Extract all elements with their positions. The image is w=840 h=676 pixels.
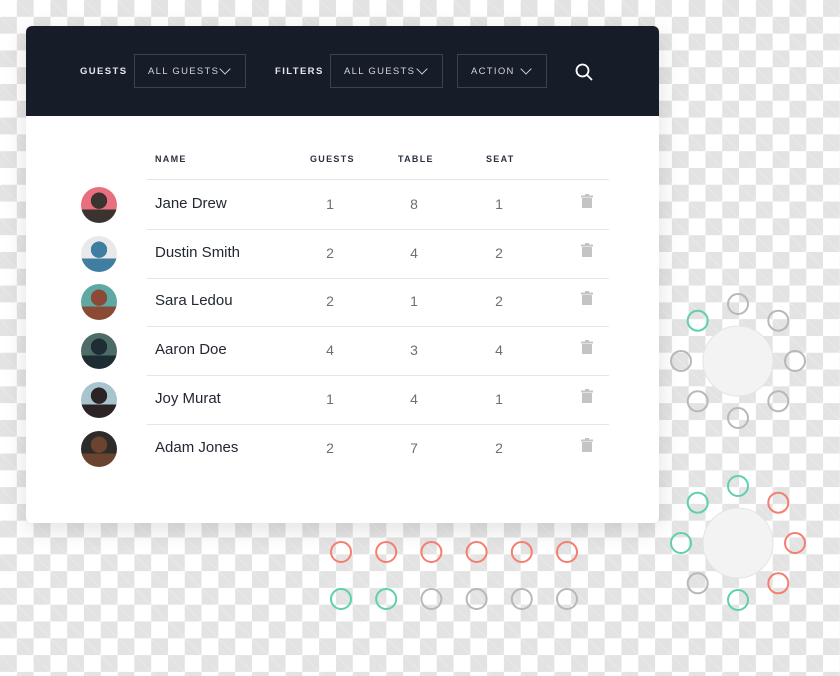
avatar <box>81 235 117 272</box>
guest-name: Aaron Doe <box>155 341 227 359</box>
round-table-1[interactable] <box>702 325 774 397</box>
seat-indicator[interactable] <box>686 491 709 514</box>
seat-indicator[interactable] <box>727 475 749 497</box>
avatar <box>81 187 117 223</box>
header-divider <box>147 179 609 180</box>
column-header-seat[interactable]: SEAT <box>486 154 515 164</box>
avatar <box>81 284 117 321</box>
trash-icon[interactable] <box>581 388 593 403</box>
filters-dropdown[interactable]: ALL GUESTS <box>330 54 443 88</box>
seat-indicator[interactable] <box>767 572 790 595</box>
chevron-down-icon <box>219 63 231 75</box>
trash-icon[interactable] <box>581 194 593 208</box>
guests-label: GUESTS <box>80 66 128 77</box>
guest-name: Sara Ledou <box>155 292 233 310</box>
column-header-table[interactable]: TABLE <box>398 154 434 164</box>
seat-indicator[interactable] <box>465 588 488 610</box>
seat-indicator[interactable] <box>330 588 352 610</box>
chevron-down-icon <box>416 63 428 75</box>
seat-indicator[interactable] <box>375 588 398 610</box>
guest-count: 2 <box>326 244 334 261</box>
filters-dropdown-value: ALL GUESTS <box>344 65 416 77</box>
seat-indicator[interactable] <box>727 293 749 315</box>
guest-name: Joy Murat <box>155 389 221 407</box>
table-number: 3 <box>410 342 418 359</box>
guest-count: 4 <box>326 342 334 359</box>
filters-label: FILTERS <box>275 66 324 77</box>
seat-indicator[interactable] <box>784 350 806 372</box>
guest-count: 1 <box>326 390 334 407</box>
search-icon[interactable] <box>574 62 594 82</box>
guest-count: 1 <box>326 196 334 212</box>
seat-indicator[interactable] <box>670 350 692 372</box>
avatar <box>81 430 117 467</box>
seat-indicator[interactable] <box>375 541 398 563</box>
seat-indicator[interactable] <box>686 390 709 413</box>
table-number: 8 <box>410 196 418 212</box>
guest-count: 2 <box>326 293 334 310</box>
seat-indicator[interactable] <box>784 532 806 554</box>
chevron-down-icon <box>520 63 532 75</box>
table-row[interactable]: Adam Jones 2 7 2 <box>26 425 659 474</box>
seat-number: 4 <box>495 342 503 359</box>
table-number: 4 <box>410 390 418 407</box>
avatar <box>81 333 117 370</box>
guests-dropdown[interactable]: ALL GUESTS <box>134 54 246 88</box>
round-table-2[interactable] <box>702 507 774 579</box>
guests-dropdown-value: ALL GUESTS <box>148 65 220 77</box>
table-row[interactable]: Joy Murat 1 4 1 <box>26 376 659 425</box>
trash-icon[interactable] <box>581 291 593 306</box>
seat-indicator[interactable] <box>767 491 790 514</box>
guest-count: 2 <box>326 439 334 456</box>
seat-indicator[interactable] <box>420 541 443 563</box>
table-number: 1 <box>410 293 418 310</box>
seat-indicator[interactable] <box>510 541 533 563</box>
seat-number: 2 <box>495 439 503 456</box>
seat-indicator[interactable] <box>556 541 578 563</box>
seat-number: 2 <box>495 244 503 261</box>
action-dropdown-value: ACTION <box>471 65 515 77</box>
seat-number: 1 <box>495 196 503 212</box>
seat-indicator[interactable] <box>727 589 749 611</box>
trash-icon[interactable] <box>581 242 593 257</box>
seat-number: 2 <box>495 293 503 310</box>
guest-list-card: GUESTS ALL GUESTS FILTERS ALL GUESTS ACT… <box>26 26 659 523</box>
guest-name: Adam Jones <box>155 438 239 456</box>
seat-indicator[interactable] <box>686 572 709 595</box>
action-dropdown[interactable]: ACTION <box>457 54 547 88</box>
table-number: 4 <box>410 244 418 261</box>
column-header-guests[interactable]: GUESTS <box>310 154 355 164</box>
filter-toolbar: GUESTS ALL GUESTS FILTERS ALL GUESTS ACT… <box>26 26 659 116</box>
seat-indicator[interactable] <box>767 390 790 413</box>
seat-indicator[interactable] <box>465 541 488 563</box>
seat-indicator[interactable] <box>670 532 692 554</box>
avatar <box>81 381 117 418</box>
seat-number: 1 <box>495 390 503 407</box>
seat-indicator[interactable] <box>556 588 578 610</box>
guest-name: Jane Drew <box>155 195 227 212</box>
trash-icon[interactable] <box>581 340 593 355</box>
seat-indicator[interactable] <box>510 588 533 610</box>
table-row[interactable]: Sara Ledou 2 1 2 <box>26 278 659 328</box>
table-row[interactable]: Jane Drew 1 8 1 <box>26 181 659 230</box>
seat-indicator[interactable] <box>686 309 709 332</box>
seat-indicator[interactable] <box>727 407 749 429</box>
trash-icon[interactable] <box>581 437 593 452</box>
seat-indicator[interactable] <box>420 588 443 610</box>
table-row[interactable]: Dustin Smith 2 4 2 <box>26 230 659 279</box>
table-number: 7 <box>410 439 418 456</box>
column-header-name[interactable]: NAME <box>155 154 187 164</box>
seat-indicator[interactable] <box>330 541 352 563</box>
table-row[interactable]: Aaron Doe 4 3 4 <box>26 327 659 377</box>
guest-name: Dustin Smith <box>155 243 241 261</box>
seat-indicator[interactable] <box>767 309 790 332</box>
